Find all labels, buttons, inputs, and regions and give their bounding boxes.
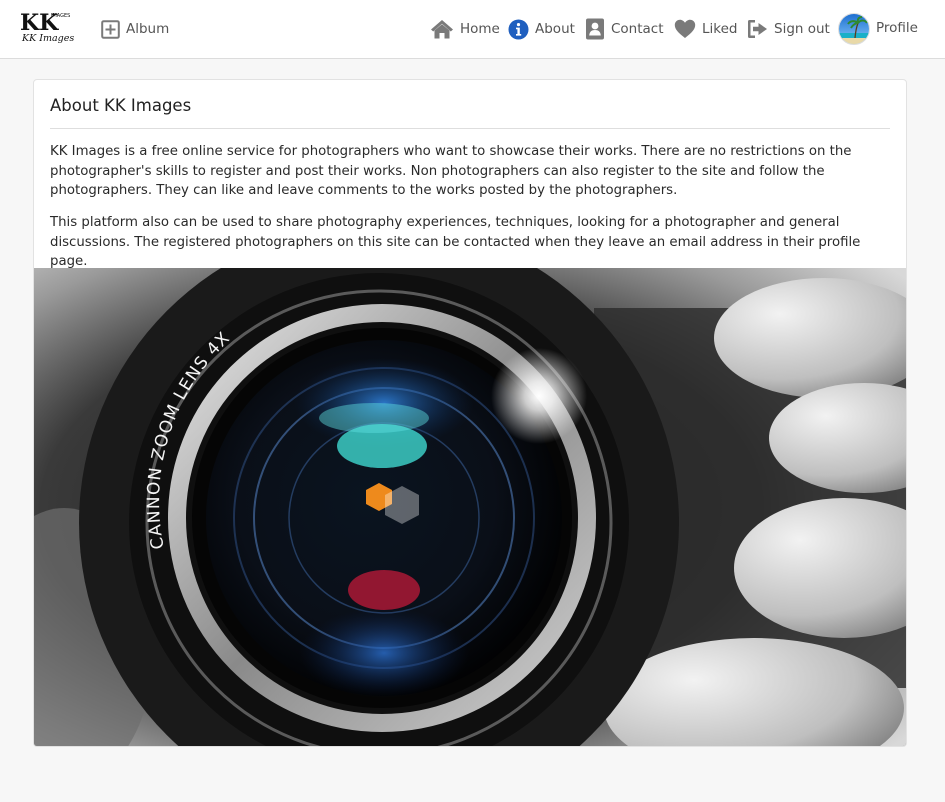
about-paragraph-1: KK Images is a free online service for p… xyxy=(50,144,852,198)
nav-about-label: About xyxy=(535,21,575,37)
nav-profile-label: Profile xyxy=(876,20,918,36)
logo-wordmark: KK Images xyxy=(22,33,75,44)
plus-square-icon xyxy=(101,19,120,39)
nav-home-label: Home xyxy=(460,21,500,37)
nav-signout-label: Sign out xyxy=(774,21,830,37)
about-title: About KK Images xyxy=(50,96,192,115)
camera-lens-image: CANNON ZOOM LENS 4X xyxy=(34,223,906,746)
nav-contact-label: Contact xyxy=(611,21,664,37)
home-icon xyxy=(431,20,453,39)
kk-logo-mark-icon: KK IMAGES xyxy=(20,10,70,34)
nav-about-link[interactable]: About xyxy=(508,17,575,41)
nav-liked-link[interactable]: Liked xyxy=(674,17,737,41)
about-card: About KK Images KK Images is a free onli… xyxy=(33,79,907,747)
about-paragraph-2: This platform also can be used to share … xyxy=(50,215,861,269)
contact-card-icon xyxy=(586,18,604,40)
kk-images-logo[interactable]: KK IMAGES KK Images xyxy=(20,10,80,46)
top-navbar: KK IMAGES KK Images Album Home About Con… xyxy=(0,0,945,59)
nav-contact-link[interactable]: Contact xyxy=(585,17,664,41)
info-circle-icon xyxy=(508,19,529,39)
sign-out-icon xyxy=(748,20,767,38)
avatar-beach-image xyxy=(839,14,869,44)
nav-signout-link[interactable]: Sign out xyxy=(747,17,830,41)
heart-icon xyxy=(674,19,696,38)
title-divider xyxy=(50,128,890,129)
nav-album-label: Album xyxy=(126,21,170,37)
nav-home-link[interactable]: Home xyxy=(430,17,500,41)
nav-liked-label: Liked xyxy=(702,21,738,37)
nav-album-link[interactable]: Album xyxy=(101,17,169,41)
profile-avatar xyxy=(838,13,870,45)
nav-profile-link[interactable]: Profile xyxy=(838,13,918,45)
camera-lens-photo: CANNON ZOOM LENS 4X xyxy=(34,223,906,746)
svg-text:IMAGES: IMAGES xyxy=(51,13,70,19)
